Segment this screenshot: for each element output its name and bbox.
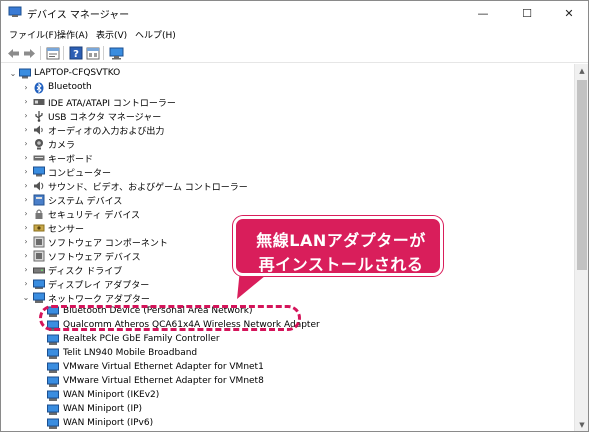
collapsed-chevron-icon[interactable]: › bbox=[22, 279, 30, 289]
network-adapter-icon bbox=[47, 376, 59, 387]
network-adapter-icon bbox=[47, 334, 59, 345]
back-icon[interactable] bbox=[5, 45, 21, 61]
callout-text-line1: 無線LANアダプターが bbox=[256, 231, 426, 250]
collapsed-chevron-icon[interactable]: › bbox=[22, 153, 30, 163]
device-label: WAN Miniport (IPv6) bbox=[63, 418, 154, 428]
sound-icon bbox=[34, 181, 44, 191]
menu-view[interactable]: 表示(V) bbox=[96, 28, 127, 41]
network-adapter-icon bbox=[33, 292, 45, 303]
scroll-up-icon[interactable]: ▲ bbox=[575, 64, 588, 78]
collapsed-chevron-icon[interactable]: › bbox=[22, 209, 30, 219]
device-label: WAN Miniport (IKEv2) bbox=[63, 390, 160, 400]
vertical-scrollbar[interactable]: ▲ ▼ bbox=[574, 64, 588, 431]
category-label: Bluetooth bbox=[48, 82, 92, 92]
scroll-down-icon[interactable]: ▼ bbox=[575, 418, 588, 431]
properties-icon[interactable] bbox=[45, 45, 61, 61]
ide-controller-icon bbox=[33, 99, 45, 105]
collapsed-chevron-icon[interactable]: › bbox=[22, 265, 30, 275]
minimize-button[interactable]: — bbox=[463, 1, 503, 25]
collapsed-chevron-icon[interactable]: › bbox=[22, 125, 30, 135]
device-manager-window: デバイス マネージャー — ☐ ✕ ファイル(F) 操作(A) 表示(V) ヘル… bbox=[0, 0, 589, 432]
collapsed-chevron-icon[interactable]: › bbox=[22, 195, 30, 205]
collapsed-chevron-icon[interactable]: › bbox=[22, 167, 30, 177]
scroll-thumb[interactable] bbox=[577, 80, 587, 270]
maximize-button[interactable]: ☐ bbox=[507, 1, 547, 25]
network-adapter-icon bbox=[47, 362, 59, 373]
expanded-chevron-icon[interactable]: ⌄ bbox=[22, 293, 30, 303]
expanded-chevron-icon[interactable]: ⌄ bbox=[9, 69, 17, 79]
collapsed-chevron-icon[interactable]: › bbox=[22, 181, 30, 191]
device-manager-icon bbox=[8, 6, 22, 17]
network-adapter-icon bbox=[47, 390, 59, 401]
software-component-icon bbox=[33, 236, 45, 248]
view-icon[interactable] bbox=[85, 45, 101, 61]
system-devices-icon bbox=[33, 194, 45, 206]
sensor-icon bbox=[33, 224, 45, 232]
network-adapter-icon bbox=[47, 404, 59, 415]
computer-icon bbox=[19, 68, 31, 79]
highlight-annotation bbox=[39, 305, 301, 331]
collapsed-chevron-icon[interactable]: › bbox=[22, 97, 30, 107]
device-label: Telit LN940 Mobile Broadband bbox=[63, 348, 198, 358]
window-title: デバイス マネージャー bbox=[27, 10, 130, 21]
collapsed-chevron-icon[interactable]: › bbox=[22, 223, 30, 233]
disk-drive-icon bbox=[33, 267, 45, 274]
software-device-icon bbox=[33, 250, 45, 262]
toolbar-separator bbox=[40, 46, 41, 60]
toolbar: ? bbox=[1, 43, 588, 63]
keyboard-icon bbox=[33, 155, 45, 161]
toolbar-separator bbox=[103, 46, 104, 60]
bluetooth-icon bbox=[34, 82, 44, 94]
forward-icon[interactable] bbox=[21, 45, 37, 61]
svg-text:?: ? bbox=[73, 49, 79, 60]
network-device-row[interactable]: WAN Miniport (IPv6) bbox=[1, 416, 574, 431]
title-bar[interactable]: デバイス マネージャー — ☐ ✕ bbox=[1, 1, 588, 25]
device-label: Realtek PCIe GbE Family Controller bbox=[63, 334, 220, 344]
callout-annotation: 無線LANアダプターが 再インストールされる bbox=[233, 216, 443, 276]
network-adapter-icon bbox=[47, 348, 59, 359]
close-button[interactable]: ✕ bbox=[549, 1, 588, 25]
device-label: VMware Virtual Ethernet Adapter for VMne… bbox=[63, 376, 264, 386]
toolbar-separator bbox=[63, 46, 64, 60]
usb-icon bbox=[35, 111, 43, 122]
display-adapter-icon bbox=[33, 279, 45, 289]
speaker-icon bbox=[34, 125, 43, 135]
collapsed-chevron-icon[interactable]: › bbox=[22, 237, 30, 247]
menu-bar: ファイル(F) 操作(A) 表示(V) ヘルプ(H) bbox=[1, 25, 588, 43]
collapsed-chevron-icon[interactable]: › bbox=[22, 139, 30, 149]
menu-help[interactable]: ヘルプ(H) bbox=[135, 28, 176, 41]
collapsed-chevron-icon[interactable]: › bbox=[22, 83, 30, 93]
collapsed-chevron-icon[interactable]: › bbox=[22, 111, 30, 121]
computer-name: LAPTOP-CFQSVTKO bbox=[34, 68, 121, 78]
network-adapter-icon bbox=[47, 418, 59, 429]
monitor-icon[interactable] bbox=[108, 45, 124, 61]
collapsed-chevron-icon[interactable]: › bbox=[22, 251, 30, 261]
computer-icon bbox=[33, 166, 45, 177]
menu-file[interactable]: ファイル(F) bbox=[9, 28, 57, 41]
device-label: VMware Virtual Ethernet Adapter for VMne… bbox=[63, 362, 264, 372]
help-icon[interactable]: ? bbox=[68, 45, 84, 61]
security-devices-icon bbox=[35, 209, 43, 219]
callout-text-line2: 再インストールされる bbox=[258, 255, 424, 274]
camera-icon bbox=[35, 139, 43, 150]
device-label: WAN Miniport (IP) bbox=[63, 404, 143, 414]
menu-action[interactable]: 操作(A) bbox=[57, 28, 88, 41]
